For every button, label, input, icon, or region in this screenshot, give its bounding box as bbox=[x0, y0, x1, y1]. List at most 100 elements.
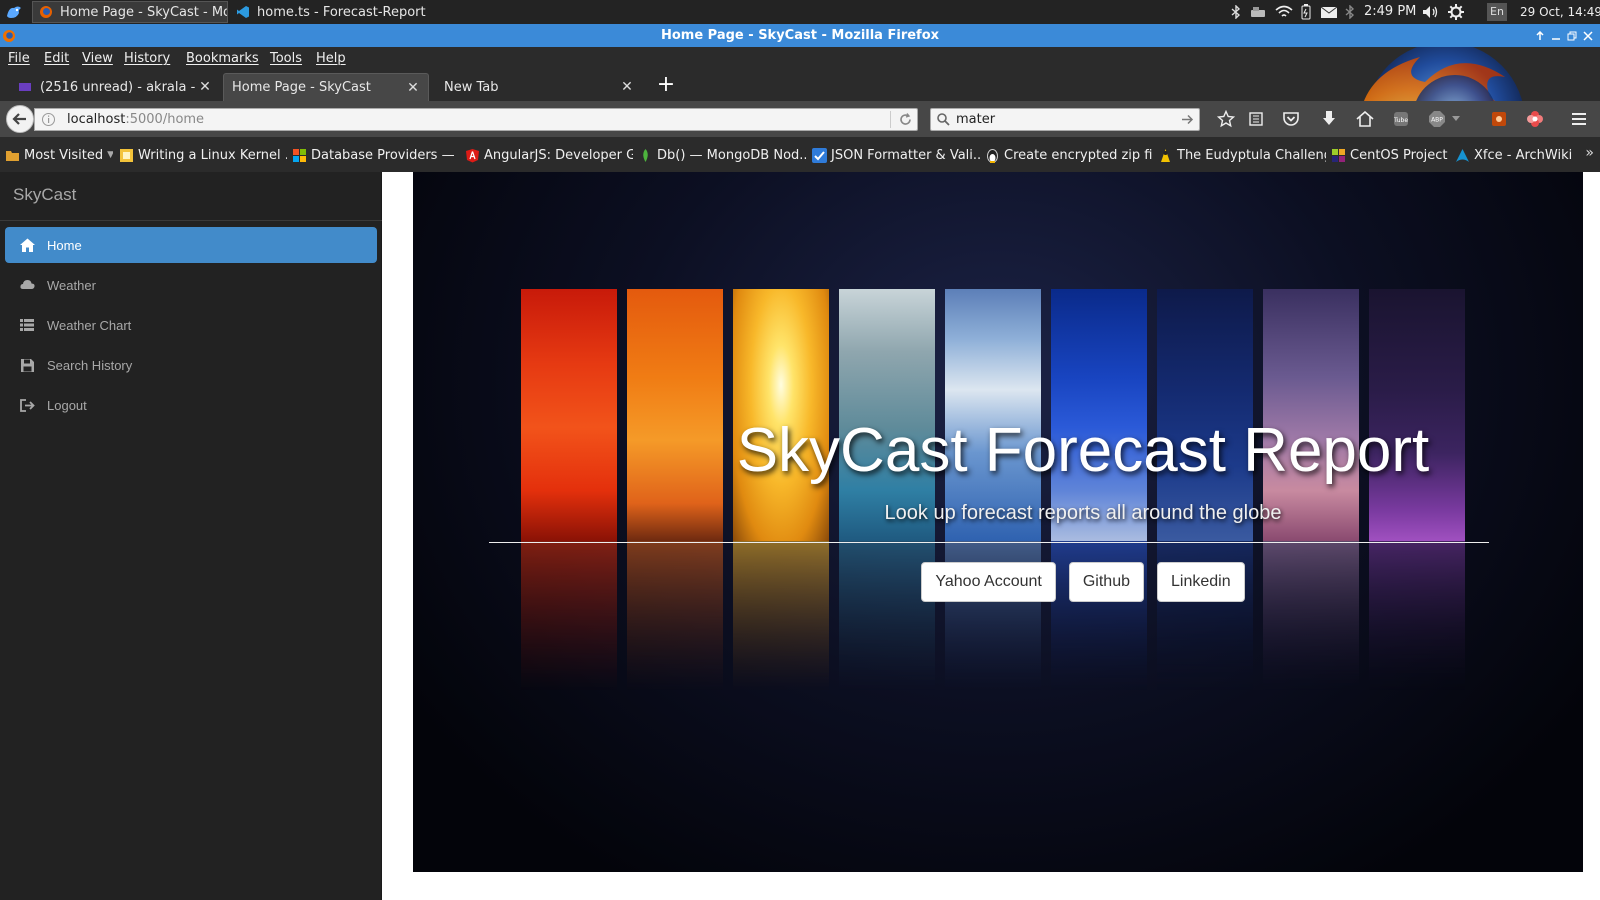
window-up-icon[interactable] bbox=[1532, 24, 1548, 47]
page-icon bbox=[119, 148, 134, 163]
bookmark-most-visited[interactable]: Most Visited ▼ bbox=[5, 145, 113, 165]
hero-divider bbox=[489, 542, 1489, 543]
bookmark-label: AngularJS: Developer G... bbox=[484, 147, 633, 163]
hamburger-menu-icon[interactable] bbox=[1568, 109, 1590, 129]
app-brand[interactable]: SkyCast bbox=[13, 185, 76, 205]
menu-tools[interactable]: Tools bbox=[270, 51, 302, 66]
mail-icon[interactable] bbox=[1318, 0, 1340, 24]
url-bar[interactable]: localhost:5000/home bbox=[34, 108, 918, 131]
search-go-arrow-icon[interactable] bbox=[1180, 112, 1195, 127]
downloads-icon[interactable] bbox=[1318, 109, 1340, 129]
bookmark-label: The Eudyptula Challenge bbox=[1177, 147, 1326, 163]
sidebar-item-label: Home bbox=[47, 237, 82, 253]
dropdown-chevron-icon: ▼ bbox=[107, 150, 113, 160]
bookmarks-toolbar: Most Visited ▼ Writing a Linux Kernel ..… bbox=[0, 137, 1600, 172]
tab-new-tab[interactable]: New Tab ✕ bbox=[436, 73, 642, 101]
bookmark-eudyptula[interactable]: The Eudyptula Challenge bbox=[1158, 145, 1326, 165]
sidebar-item-logout[interactable]: Logout bbox=[5, 387, 377, 423]
bookmark-json-formatter[interactable]: JSON Formatter & Vali... bbox=[812, 145, 980, 165]
bookmark-database-providers[interactable]: Database Providers — ... bbox=[292, 145, 460, 165]
app-sidebar: SkyCast Home Weather Weather Chart Searc… bbox=[0, 172, 382, 900]
window-close-icon[interactable] bbox=[1580, 24, 1596, 47]
menu-bookmarks[interactable]: Bookmarks bbox=[186, 51, 259, 66]
menubar: File Edit View History Bookmarks Tools H… bbox=[0, 47, 1600, 71]
url-separator bbox=[890, 111, 891, 128]
bookmark-encrypted-zip[interactable]: Create encrypted zip fil... bbox=[985, 145, 1153, 165]
reading-list-icon[interactable] bbox=[1245, 109, 1267, 129]
addon-orange-icon[interactable] bbox=[1488, 109, 1510, 129]
settings-gear-icon[interactable] bbox=[1446, 0, 1466, 24]
hero-banner: SkyCast Forecast Report Look up forecast… bbox=[413, 172, 1583, 872]
sidebar-item-label: Logout bbox=[47, 397, 87, 413]
bookmark-label: CentOS Project bbox=[1350, 147, 1448, 163]
xfce-menu-icon[interactable] bbox=[3, 2, 25, 22]
back-arrow-icon bbox=[12, 113, 26, 125]
adblock-plus-icon[interactable]: ABP bbox=[1426, 109, 1448, 129]
taskbar-item-vscode[interactable]: home.ts - Forecast-Report ... bbox=[230, 1, 430, 23]
bookmark-label: JSON Formatter & Vali... bbox=[831, 147, 980, 163]
linkedin-button[interactable]: Linkedin bbox=[1156, 562, 1245, 602]
tab-mail[interactable]: (2516 unread) - akrala - ... ✕ bbox=[10, 73, 220, 101]
browser-chrome: File Edit View History Bookmarks Tools H… bbox=[0, 47, 1600, 172]
search-bar[interactable]: mater bbox=[930, 108, 1200, 131]
menu-view[interactable]: View bbox=[82, 51, 113, 66]
sidebar-item-weather[interactable]: Weather bbox=[5, 267, 377, 303]
bookmark-xfce-archwiki[interactable]: Xfce - ArchWiki bbox=[1455, 145, 1580, 165]
menu-edit[interactable]: Edit bbox=[44, 51, 69, 66]
close-tab-icon[interactable]: ✕ bbox=[198, 79, 212, 95]
tab-skycast-home[interactable]: Home Page - SkyCast ✕ bbox=[223, 73, 429, 101]
window-titlebar[interactable]: Home Page - SkyCast - Mozilla Firefox bbox=[0, 24, 1600, 47]
back-button[interactable] bbox=[6, 105, 34, 133]
youtube-addon-icon[interactable]: Tube bbox=[1390, 109, 1412, 129]
clock-date[interactable]: 29 Oct, 14:49 bbox=[1520, 0, 1600, 24]
taskbar-item-label: Home Page - SkyCast - Mo... bbox=[60, 4, 228, 20]
bookmark-label: Xfce - ArchWiki bbox=[1474, 147, 1573, 163]
bookmark-label: Most Visited bbox=[24, 147, 104, 163]
github-button[interactable]: Github bbox=[1068, 562, 1144, 602]
sidebar-item-label: Weather Chart bbox=[47, 317, 132, 333]
volume-icon[interactable] bbox=[1420, 0, 1442, 24]
window-restore-icon[interactable] bbox=[1564, 24, 1580, 47]
centos-logo-icon bbox=[1331, 148, 1346, 163]
sidebar-item-weather-chart[interactable]: Weather Chart bbox=[5, 307, 377, 343]
bookmarks-overflow-chevron-icon[interactable]: » bbox=[1585, 145, 1594, 161]
bookmark-mongodb[interactable]: Db() — MongoDB Nod... bbox=[638, 145, 806, 165]
close-tab-icon[interactable]: ✕ bbox=[406, 80, 420, 96]
bluetooth-status-icon[interactable] bbox=[1342, 0, 1358, 24]
network-manager-icon[interactable] bbox=[1248, 0, 1270, 24]
window-minimize-icon[interactable] bbox=[1548, 24, 1564, 47]
yahoo-account-button[interactable]: Yahoo Account bbox=[921, 562, 1056, 602]
bookmark-linux-kernel[interactable]: Writing a Linux Kernel ... bbox=[119, 145, 287, 165]
wifi-icon[interactable] bbox=[1274, 0, 1294, 24]
close-tab-icon[interactable]: ✕ bbox=[620, 79, 634, 95]
adblock-dropdown-chevron-icon[interactable] bbox=[1450, 109, 1462, 129]
clock-time[interactable]: 2:49 PM bbox=[1364, 0, 1416, 24]
bookmark-angularjs[interactable]: AngularJS: Developer G... bbox=[465, 145, 633, 165]
bluetooth-icon[interactable] bbox=[1228, 0, 1244, 24]
sidebar-item-label: Search History bbox=[47, 357, 133, 373]
reload-icon[interactable] bbox=[898, 112, 913, 127]
menu-history[interactable]: History bbox=[124, 51, 170, 66]
window-title: Home Page - SkyCast - Mozilla Firefox bbox=[660, 28, 940, 43]
bookmark-centos[interactable]: CentOS Project bbox=[1331, 145, 1451, 165]
angular-logo-icon bbox=[465, 148, 480, 163]
addon-pinwheel-icon[interactable] bbox=[1524, 109, 1546, 129]
home-icon[interactable] bbox=[1354, 109, 1376, 129]
keyboard-layout[interactable]: En bbox=[1487, 3, 1507, 21]
sidebar-item-search-history[interactable]: Search History bbox=[5, 347, 377, 383]
new-tab-plus-icon[interactable]: + bbox=[655, 74, 677, 97]
battery-icon[interactable] bbox=[1298, 0, 1314, 24]
bookmark-star-icon[interactable] bbox=[1215, 109, 1237, 129]
pocket-icon[interactable] bbox=[1280, 109, 1302, 129]
menu-help[interactable]: Help bbox=[316, 51, 346, 66]
menu-file[interactable]: File bbox=[8, 51, 30, 66]
sidebar-item-label: Weather bbox=[47, 277, 96, 293]
vscode-icon bbox=[236, 5, 250, 19]
site-info-icon[interactable] bbox=[41, 112, 56, 127]
list-icon bbox=[19, 317, 35, 333]
taskbar-item-firefox[interactable]: Home Page - SkyCast - Mo... bbox=[32, 1, 228, 23]
sidebar-item-home[interactable]: Home bbox=[5, 227, 377, 263]
bookmark-label: Db() — MongoDB Nod... bbox=[657, 147, 806, 163]
taskbar-item-label: home.ts - Forecast-Report ... bbox=[257, 4, 430, 20]
mail-tab-icon bbox=[18, 80, 32, 94]
